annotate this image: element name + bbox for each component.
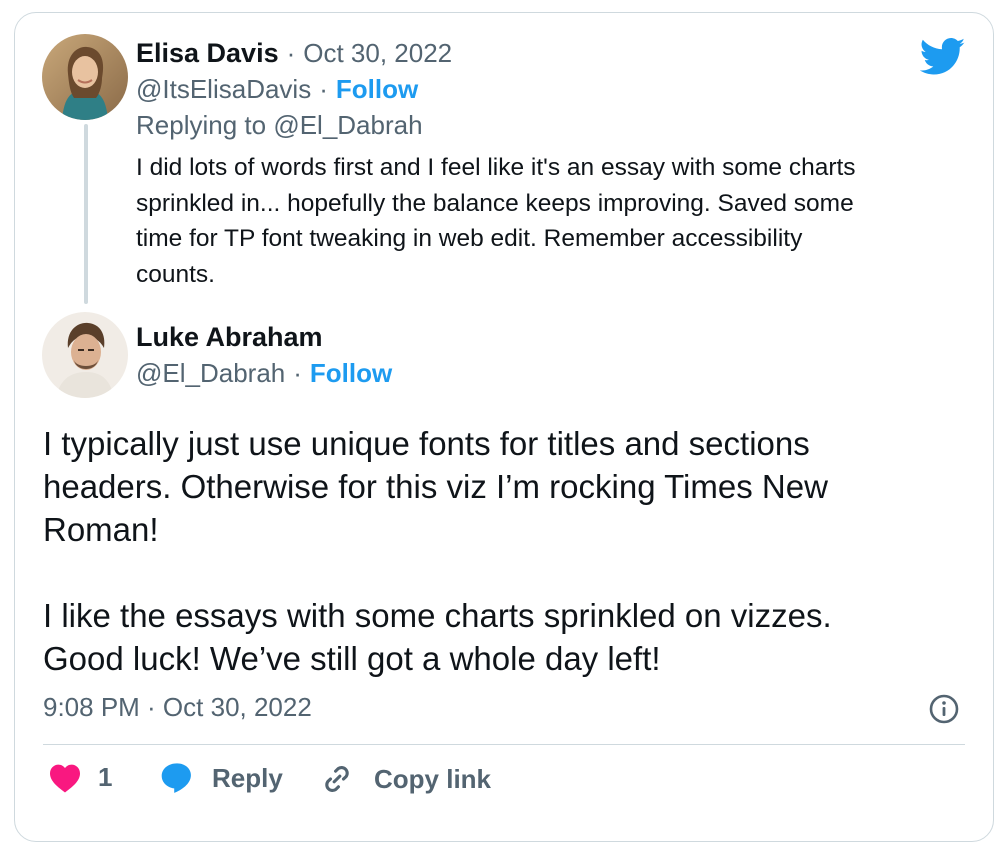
heart-icon xyxy=(50,764,80,792)
thread-connector-line xyxy=(84,124,88,304)
separator-dot: · xyxy=(293,358,302,388)
reply-date[interactable]: Oct 30, 2022 xyxy=(303,38,452,68)
tweet-timestamp[interactable]: 9:08 PM · Oct 30, 2022 xyxy=(43,692,312,723)
replying-to-line: Replying to @El_Dabrah xyxy=(136,110,423,141)
reply-bubble-icon xyxy=(161,763,191,793)
reply-author-name[interactable]: Elisa Davis · Oct 30, 2022 xyxy=(136,38,452,69)
reply-tweet-text: I did lots of words first and I feel lik… xyxy=(136,154,856,288)
reply-handle-row: @ItsElisaDavis · Follow xyxy=(136,74,418,105)
replying-to-label: Replying to xyxy=(136,110,267,140)
replying-to-handle-link[interactable]: @El_Dabrah xyxy=(273,110,422,140)
separator-dot: · xyxy=(286,38,296,68)
copy-link-button[interactable]: Copy link xyxy=(320,762,491,796)
main-tweet-text: I typically just use unique fonts for ti… xyxy=(43,425,832,677)
reply-handle[interactable]: @ItsElisaDavis xyxy=(136,74,311,104)
twitter-bird-icon[interactable] xyxy=(920,38,966,76)
avatar-luke-abraham[interactable] xyxy=(42,312,128,398)
copy-link-label: Copy link xyxy=(374,763,492,794)
actions-divider xyxy=(43,744,965,745)
reply-label: Reply xyxy=(212,762,283,793)
link-icon xyxy=(325,765,349,793)
separator-dot: · xyxy=(319,74,328,104)
info-icon[interactable] xyxy=(928,693,960,725)
main-handle-row: @El_Dabrah · Follow xyxy=(136,358,392,389)
main-author-name[interactable]: Luke Abraham xyxy=(136,322,323,353)
main-handle[interactable]: @El_Dabrah xyxy=(136,358,285,388)
reply-author-name-text[interactable]: Elisa Davis xyxy=(136,38,279,68)
follow-elisa-button[interactable]: Follow xyxy=(336,74,418,104)
like-count: 1 xyxy=(98,762,113,792)
reply-button[interactable]: Reply xyxy=(160,762,283,794)
avatar-elisa-davis[interactable] xyxy=(42,34,128,120)
like-button[interactable]: 1 xyxy=(48,762,112,793)
follow-luke-button[interactable]: Follow xyxy=(310,358,392,388)
